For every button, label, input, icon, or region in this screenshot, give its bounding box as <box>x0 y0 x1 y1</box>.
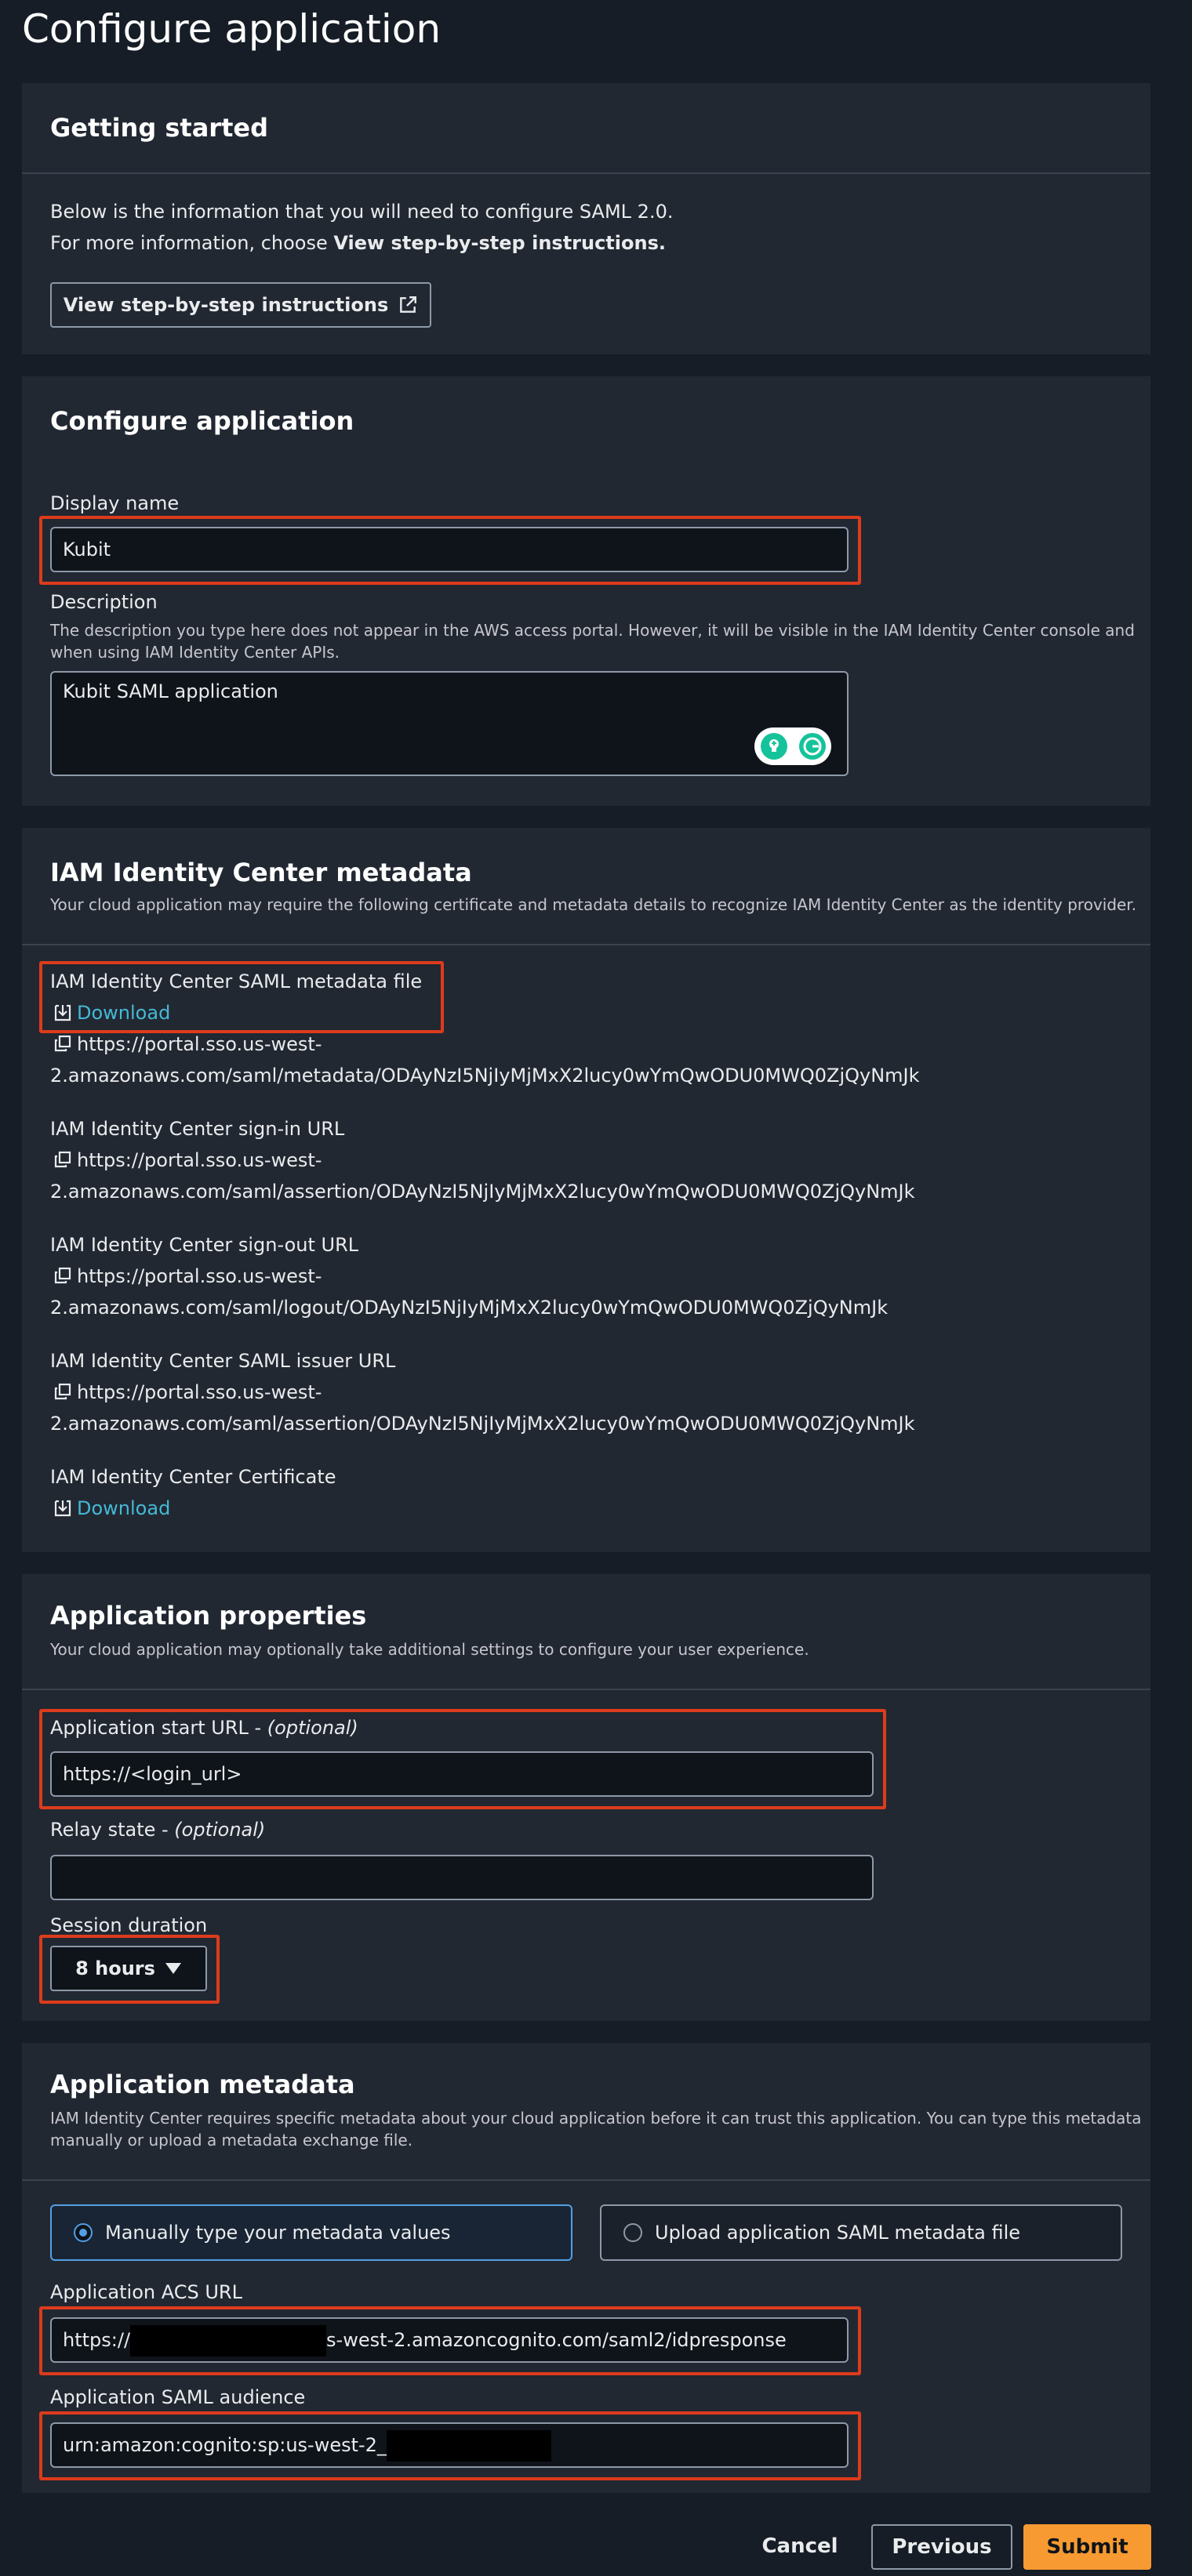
grammarly-widget[interactable] <box>754 727 831 765</box>
view-instructions-label: View step-by-step instructions <box>63 294 389 316</box>
description-help: The description you type here does not a… <box>50 621 1135 640</box>
copy-icon[interactable] <box>53 1150 72 1169</box>
signin-url-cont: 2.amazonaws.com/saml/assertion/ODAyNzI5N… <box>50 1181 915 1203</box>
option-manual-metadata[interactable]: Manually type your metadata values <box>50 2204 572 2261</box>
panel-heading: Application properties <box>50 1601 367 1631</box>
getting-started-panel: Getting started Below is the information… <box>22 83 1150 354</box>
copy-icon[interactable] <box>53 1034 72 1053</box>
download-metadata-link[interactable]: Download <box>53 1002 170 1024</box>
copy-icon[interactable] <box>53 1266 72 1285</box>
grammarly-icon <box>798 732 827 760</box>
audience-value: urn:amazon:cognito:sp:us-west-2_ <box>63 2434 387 2456</box>
url-text: https://portal.sso.us-west- <box>77 1265 322 1287</box>
metadata-url[interactable]: https://portal.sso.us-west- <box>53 1033 322 1055</box>
description-value: Kubit SAML application <box>63 680 278 702</box>
relay-state-label: Relay state - (optional) <box>50 1819 265 1841</box>
signin-url-label: IAM Identity Center sign-in URL <box>50 1118 345 1140</box>
submit-button[interactable]: Submit <box>1023 2524 1151 2570</box>
acs-url-label: Application ACS URL <box>50 2281 242 2303</box>
description-label: Description <box>50 591 158 613</box>
download-label: Download <box>77 1497 171 1519</box>
lightbulb-icon <box>760 732 788 760</box>
application-metadata-panel: Application metadata IAM Identity Center… <box>22 2043 1150 2493</box>
optional-tag: (optional) <box>174 1819 266 1841</box>
optional-tag: (optional) <box>267 1717 358 1739</box>
radio-unselected[interactable] <box>623 2223 642 2242</box>
session-duration-label: Session duration <box>50 1914 208 1936</box>
panel-header: Getting started <box>22 83 1150 174</box>
panel-header: Application properties Your cloud applic… <box>22 1574 1150 1690</box>
external-link-icon <box>398 295 418 315</box>
option-upload-metadata[interactable]: Upload application SAML metadata file <box>600 2204 1122 2261</box>
acs-url-input[interactable]: https:// s-west-2.amazoncognito.com/saml2… <box>50 2317 849 2363</box>
description-help-cont: when using IAM Identity Center APIs. <box>50 643 340 662</box>
radio-selected[interactable] <box>74 2223 93 2242</box>
saml-audience-input[interactable]: urn:amazon:cognito:sp:us-west-2_ <box>50 2422 849 2468</box>
panel-subtitle: Your cloud application may optionally ta… <box>50 1640 809 1659</box>
issuer-url[interactable]: https://portal.sso.us-west- <box>53 1381 322 1403</box>
metadata-url-cont: 2.amazonaws.com/saml/metadata/ODAyNzI5Nj… <box>50 1065 920 1087</box>
panel-header: IAM Identity Center metadata Your cloud … <box>22 828 1150 945</box>
page-title: Configure application <box>22 6 442 52</box>
intro-text-more: For more information, choose View step-b… <box>50 232 666 254</box>
url-text: https://portal.sso.us-west- <box>77 1381 322 1403</box>
display-name-input[interactable]: Kubit <box>50 527 849 572</box>
saml-audience-label: Application SAML audience <box>50 2386 306 2408</box>
relay-state-label-text: Relay state - <box>50 1819 175 1841</box>
issuer-url-label: IAM Identity Center SAML issuer URL <box>50 1350 396 1372</box>
issuer-url-cont: 2.amazonaws.com/saml/assertion/ODAyNzI5N… <box>50 1413 915 1435</box>
previous-button[interactable]: Previous <box>871 2524 1012 2570</box>
copy-icon[interactable] <box>53 1382 72 1401</box>
certificate-label: IAM Identity Center Certificate <box>50 1466 336 1488</box>
option-manual-label: Manually type your metadata values <box>105 2222 451 2244</box>
signout-url[interactable]: https://portal.sso.us-west- <box>53 1265 322 1287</box>
view-instructions-button[interactable]: View step-by-step instructions <box>50 282 431 328</box>
panel-subtitle: Your cloud application may require the f… <box>50 895 1137 914</box>
cancel-button[interactable]: Cancel <box>753 2524 847 2568</box>
redacted-block <box>386 2430 551 2462</box>
description-textarea[interactable]: Kubit SAML application <box>50 671 849 776</box>
download-icon <box>53 1499 72 1518</box>
panel-heading: Configure application <box>50 406 354 436</box>
panel-heading: IAM Identity Center metadata <box>50 858 472 887</box>
signout-url-label: IAM Identity Center sign-out URL <box>50 1234 359 1256</box>
display-name-label: Display name <box>50 492 180 514</box>
application-properties-panel: Application properties Your cloud applic… <box>22 1574 1150 2021</box>
saml-file-label: IAM Identity Center SAML metadata file <box>50 971 423 992</box>
intro-bold: View step-by-step instructions. <box>333 232 666 254</box>
start-url-input[interactable]: https://<login_url> <box>50 1751 874 1797</box>
url-text: https://portal.sso.us-west- <box>77 1033 322 1055</box>
download-icon <box>53 1003 72 1022</box>
caret-down-icon <box>165 1961 182 1976</box>
relay-state-input[interactable] <box>50 1855 874 1900</box>
panel-header: Configure application <box>22 376 1150 467</box>
acs-prefix: https:// <box>63 2329 131 2351</box>
download-certificate-link[interactable]: Download <box>53 1497 170 1519</box>
signin-url[interactable]: https://portal.sso.us-west- <box>53 1149 322 1171</box>
configure-application-panel: Configure application Display name Kubit… <box>22 376 1150 806</box>
idc-metadata-panel: IAM Identity Center metadata Your cloud … <box>22 828 1150 1552</box>
panel-subtitle-cont: manually or upload a metadata exchange f… <box>50 2131 413 2150</box>
url-text: https://portal.sso.us-west- <box>77 1149 322 1171</box>
start-url-label: Application start URL - (optional) <box>50 1717 358 1739</box>
session-duration-value: 8 hours <box>75 1957 155 1979</box>
acs-suffix: s-west-2.amazoncognito.com/saml2/idpresp… <box>326 2329 787 2351</box>
redacted-block <box>130 2325 327 2356</box>
option-upload-label: Upload application SAML metadata file <box>655 2222 1021 2244</box>
panel-heading: Application metadata <box>50 2070 355 2099</box>
session-duration-select[interactable]: 8 hours <box>50 1946 207 1991</box>
start-url-label-text: Application start URL - <box>50 1717 267 1739</box>
panel-subtitle: IAM Identity Center requires specific me… <box>50 2109 1142 2128</box>
panel-header: Application metadata IAM Identity Center… <box>22 2043 1150 2181</box>
panel-heading: Getting started <box>50 113 268 143</box>
intro-prefix: For more information, choose <box>50 232 334 254</box>
intro-text: Below is the information that you will n… <box>50 201 674 223</box>
signout-url-cont: 2.amazonaws.com/saml/logout/ODAyNzI5NjIy… <box>50 1297 889 1319</box>
download-label: Download <box>77 1002 171 1024</box>
